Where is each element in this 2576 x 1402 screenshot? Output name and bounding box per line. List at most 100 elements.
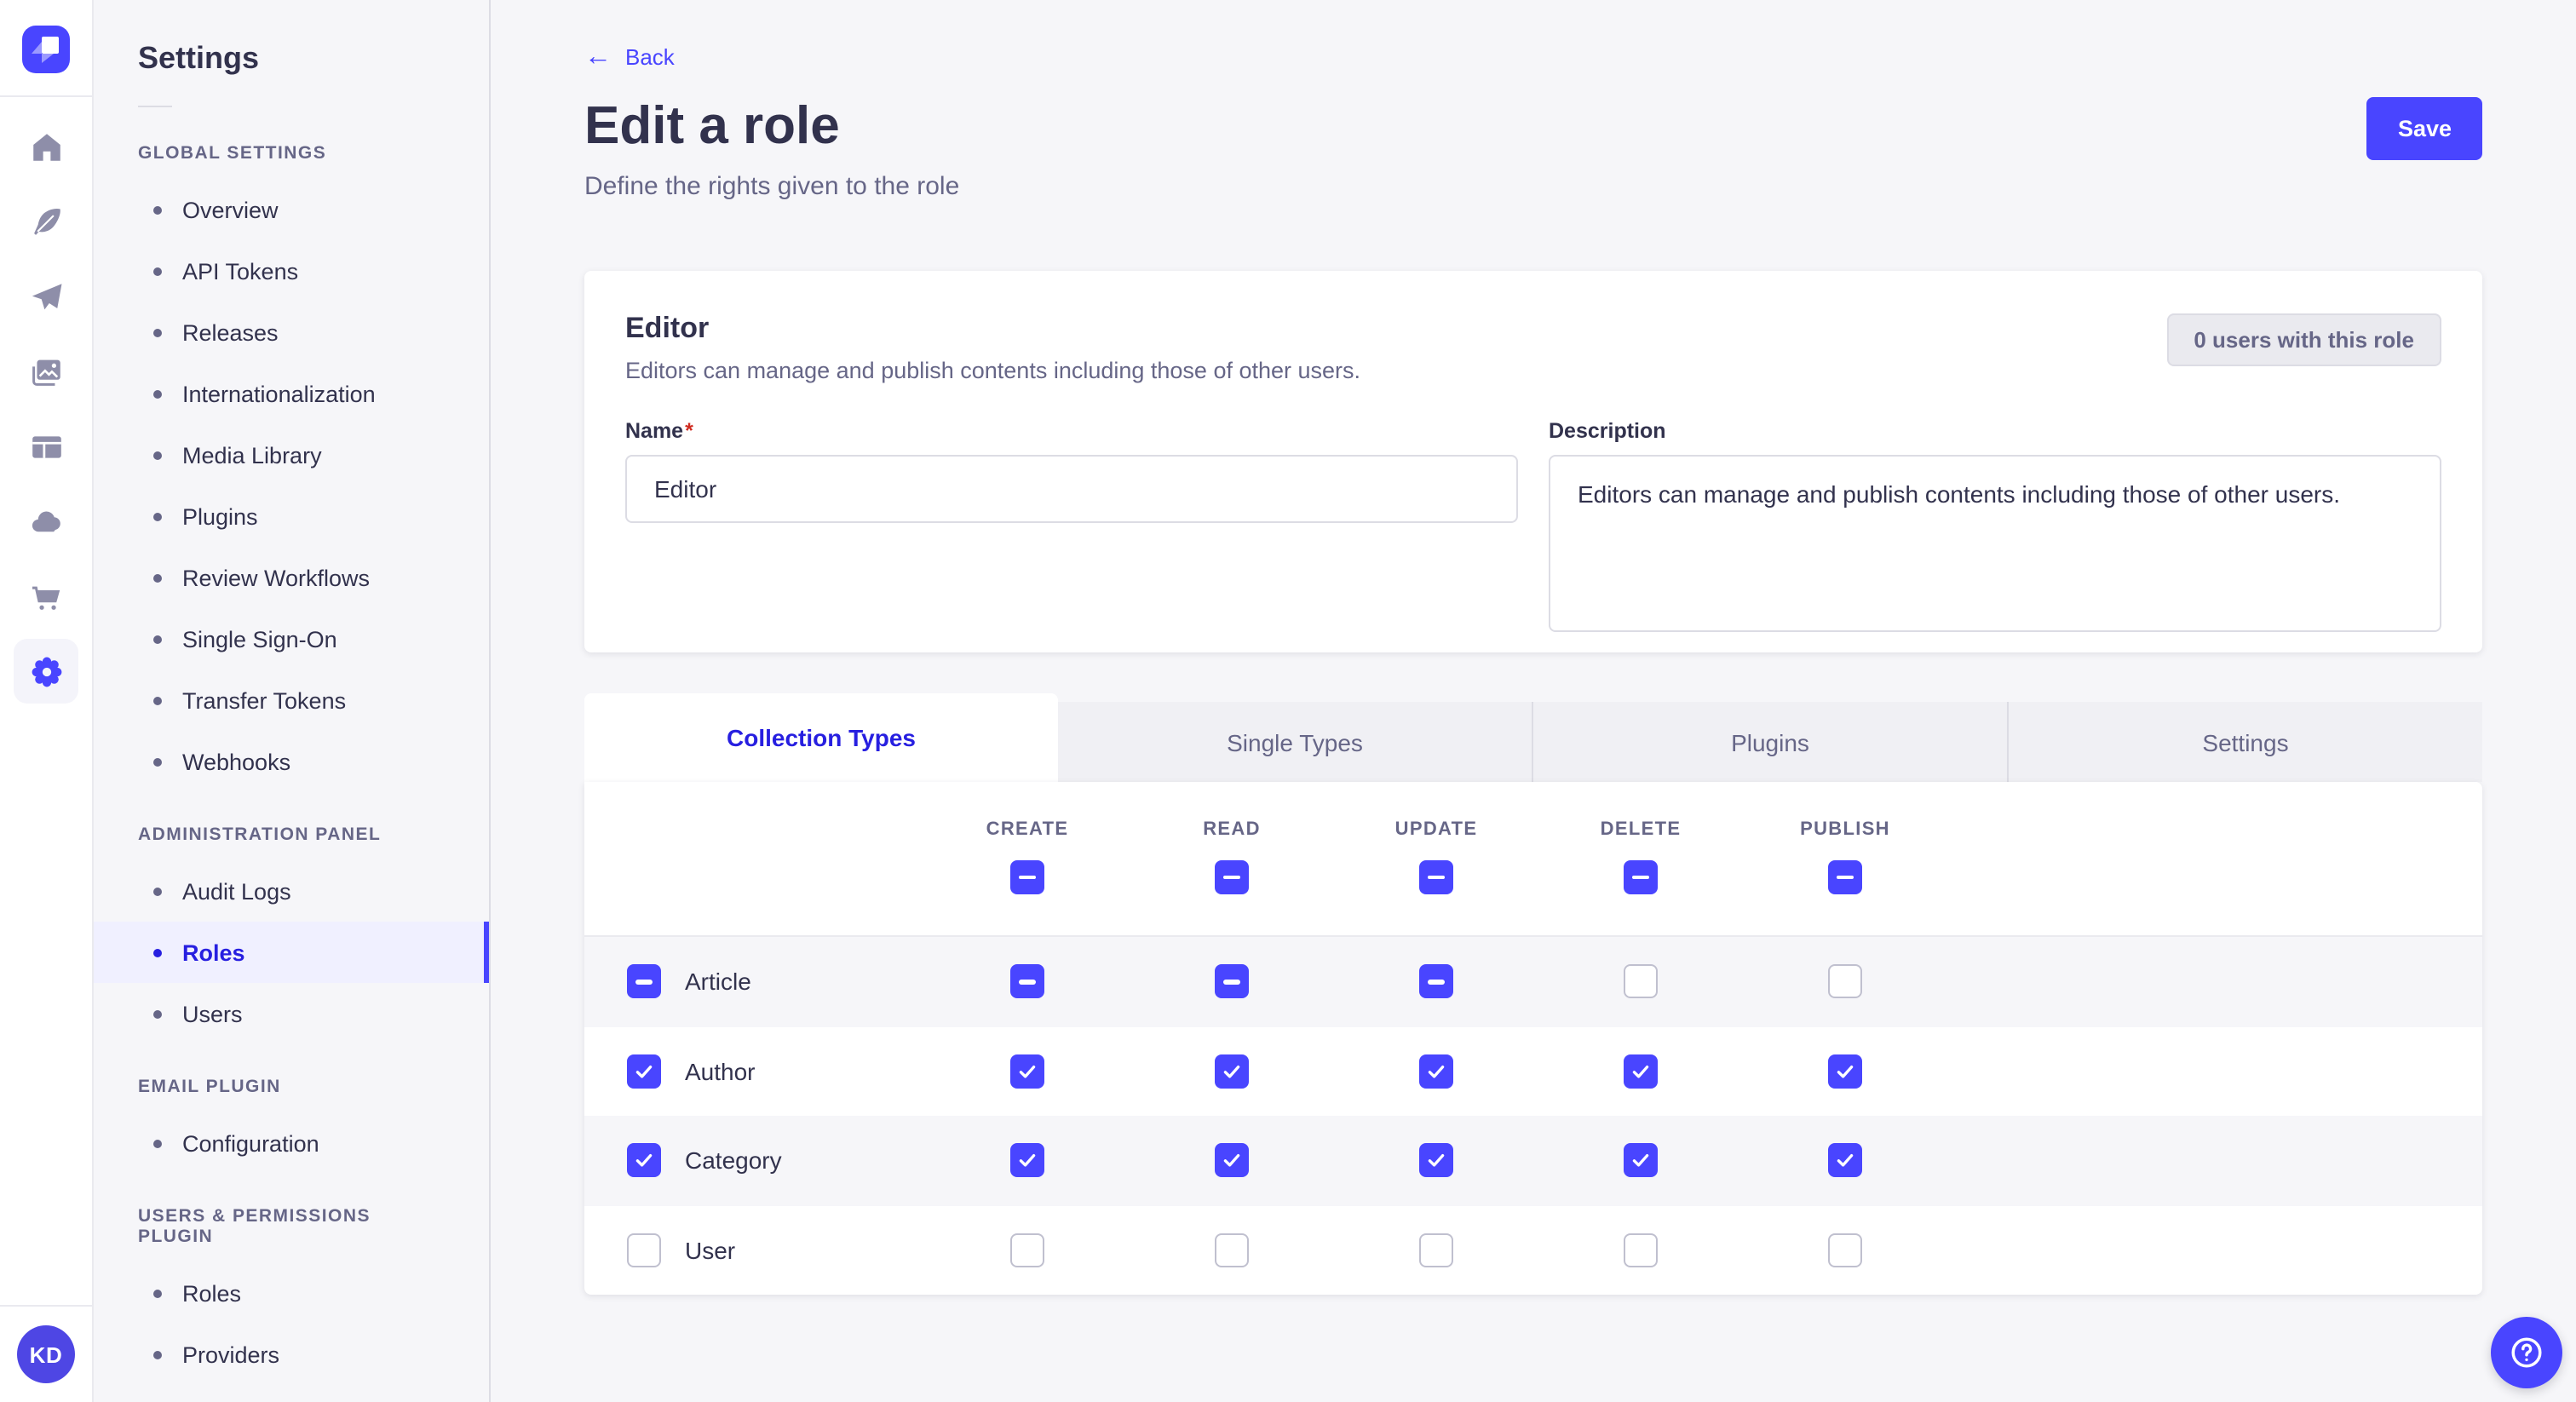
cell-author-delete bbox=[1538, 1054, 1743, 1089]
checkbox-article-delete[interactable] bbox=[1624, 965, 1658, 999]
select-all-read-checkbox[interactable] bbox=[1215, 860, 1249, 894]
paper-plane-icon[interactable] bbox=[14, 276, 78, 317]
cell-author-read bbox=[1130, 1054, 1334, 1089]
minus-icon bbox=[1837, 876, 1854, 880]
checkbox-author-create[interactable] bbox=[1010, 1054, 1044, 1089]
row-checkbox-article[interactable] bbox=[627, 965, 661, 999]
description-field-group: Description Editors can manage and publi… bbox=[1549, 419, 2441, 641]
user-avatar[interactable]: KD bbox=[17, 1325, 75, 1383]
select-all-update-checkbox[interactable] bbox=[1419, 860, 1453, 894]
checkbox-category-create[interactable] bbox=[1010, 1144, 1044, 1178]
row-checkbox-user[interactable] bbox=[627, 1233, 661, 1267]
checkbox-category-delete[interactable] bbox=[1624, 1144, 1658, 1178]
name-input[interactable] bbox=[625, 455, 1518, 523]
help-button[interactable] bbox=[2491, 1317, 2562, 1388]
sidebar-item-label: API Tokens bbox=[182, 258, 298, 284]
bullet-icon bbox=[153, 635, 162, 643]
row-label: Article bbox=[685, 968, 751, 996]
checkbox-author-delete[interactable] bbox=[1624, 1054, 1658, 1089]
save-button[interactable]: Save bbox=[2367, 97, 2482, 160]
sidebar-item-label: Overview bbox=[182, 197, 279, 222]
sidebar-item-transfer-tokens[interactable]: Transfer Tokens bbox=[94, 669, 489, 731]
sidebar-item-internationalization[interactable]: Internationalization bbox=[94, 363, 489, 424]
images-icon[interactable] bbox=[14, 351, 78, 392]
minus-icon bbox=[1428, 980, 1445, 984]
bullet-icon bbox=[153, 948, 162, 957]
checkbox-author-publish[interactable] bbox=[1828, 1054, 1862, 1089]
bullet-icon bbox=[153, 1139, 162, 1147]
cart-icon[interactable] bbox=[14, 576, 78, 617]
section-items-administration-panel: Audit Logs Roles Users bbox=[94, 860, 489, 1044]
sidebar-item-providers[interactable]: Providers bbox=[94, 1324, 489, 1385]
sidebar-item-roles[interactable]: Roles bbox=[94, 1262, 489, 1324]
checkbox-category-publish[interactable] bbox=[1828, 1144, 1862, 1178]
checkbox-user-delete[interactable] bbox=[1624, 1233, 1658, 1267]
checkbox-user-update[interactable] bbox=[1419, 1233, 1453, 1267]
checkbox-article-publish[interactable] bbox=[1828, 965, 1862, 999]
select-all-publish-checkbox[interactable] bbox=[1828, 860, 1862, 894]
sidebar-item-users[interactable]: Users bbox=[94, 983, 489, 1044]
sidebar-item-api-tokens[interactable]: API Tokens bbox=[94, 240, 489, 302]
cloud-icon[interactable] bbox=[14, 501, 78, 542]
column-label: CREATE bbox=[986, 819, 1069, 840]
checkbox-category-update[interactable] bbox=[1419, 1144, 1453, 1178]
sidebar-item-releases[interactable]: Releases bbox=[94, 302, 489, 363]
row-checkbox-author[interactable] bbox=[627, 1054, 661, 1089]
sidebar-item-overview[interactable]: Overview bbox=[94, 179, 489, 240]
column-header-delete: DELETE bbox=[1538, 782, 1743, 935]
row-checkbox-category[interactable] bbox=[627, 1144, 661, 1178]
column-label: PUBLISH bbox=[1800, 819, 1890, 840]
select-all-delete-checkbox[interactable] bbox=[1624, 860, 1658, 894]
sidebar-item-label: Releases bbox=[182, 319, 279, 345]
sidebar-item-roles[interactable]: Roles bbox=[94, 922, 489, 983]
home-icon[interactable] bbox=[14, 126, 78, 167]
sidebar-item-label: Audit Logs bbox=[182, 878, 291, 904]
checkbox-author-read[interactable] bbox=[1215, 1054, 1249, 1089]
minus-icon bbox=[1019, 876, 1036, 880]
permissions-header-row: CREATEREADUPDATEDELETEPUBLISH bbox=[584, 782, 2482, 937]
sidebar-item-plugins[interactable]: Plugins bbox=[94, 486, 489, 547]
rail-divider bbox=[0, 95, 92, 97]
sidebar-item-configuration[interactable]: Configuration bbox=[94, 1112, 489, 1174]
sidebar-item-audit-logs[interactable]: Audit Logs bbox=[94, 860, 489, 922]
sidebar-item-webhooks[interactable]: Webhooks bbox=[94, 731, 489, 792]
checkbox-user-read[interactable] bbox=[1215, 1233, 1249, 1267]
cell-category-publish bbox=[1743, 1144, 1947, 1178]
checkbox-author-update[interactable] bbox=[1419, 1054, 1453, 1089]
sidebar-item-label: Providers bbox=[182, 1342, 279, 1367]
name-label: Name* bbox=[625, 419, 1518, 443]
tab-settings[interactable]: Settings bbox=[2007, 702, 2482, 782]
app: KD Settings GLOBAL SETTINGSOverviewAPI T… bbox=[0, 0, 2576, 1402]
tab-single-types[interactable]: Single Types bbox=[1058, 702, 1532, 782]
rail-bottom-divider bbox=[0, 1305, 92, 1307]
description-textarea[interactable]: Editors can manage and publish contents … bbox=[1549, 455, 2441, 632]
strapi-logo-icon[interactable] bbox=[22, 26, 70, 73]
permission-row-article: Article bbox=[584, 937, 2482, 1026]
feather-icon[interactable] bbox=[14, 201, 78, 242]
select-all-create-checkbox[interactable] bbox=[1010, 860, 1044, 894]
cell-category-update bbox=[1334, 1144, 1538, 1178]
checkbox-article-read[interactable] bbox=[1215, 965, 1249, 999]
sidebar-item-media-library[interactable]: Media Library bbox=[94, 424, 489, 486]
sidebar-item-single-sign-on[interactable]: Single Sign-On bbox=[94, 608, 489, 669]
minus-icon bbox=[1632, 876, 1649, 880]
page-title: Edit a role bbox=[584, 95, 840, 157]
checkbox-article-update[interactable] bbox=[1419, 965, 1453, 999]
checkbox-article-create[interactable] bbox=[1010, 965, 1044, 999]
tab-collection-types[interactable]: Collection Types bbox=[584, 693, 1058, 782]
column-label: READ bbox=[1203, 819, 1261, 840]
checkbox-category-read[interactable] bbox=[1215, 1144, 1249, 1178]
gear-icon[interactable] bbox=[14, 639, 78, 704]
users-with-role-badge[interactable]: 0 users with this role bbox=[2166, 313, 2441, 366]
sidebar-item-label: Users bbox=[182, 1001, 243, 1026]
layout-icon[interactable] bbox=[14, 426, 78, 467]
cell-author-update bbox=[1334, 1054, 1538, 1089]
tab-plugins[interactable]: Plugins bbox=[1532, 702, 2007, 782]
cell-article-read bbox=[1130, 965, 1334, 999]
sidebar-item-label: Webhooks bbox=[182, 749, 290, 774]
checkbox-user-create[interactable] bbox=[1010, 1233, 1044, 1267]
minus-icon bbox=[1019, 980, 1036, 984]
back-link[interactable]: ← Back bbox=[584, 44, 675, 70]
sidebar-item-review-workflows[interactable]: Review Workflows bbox=[94, 547, 489, 608]
checkbox-user-publish[interactable] bbox=[1828, 1233, 1862, 1267]
